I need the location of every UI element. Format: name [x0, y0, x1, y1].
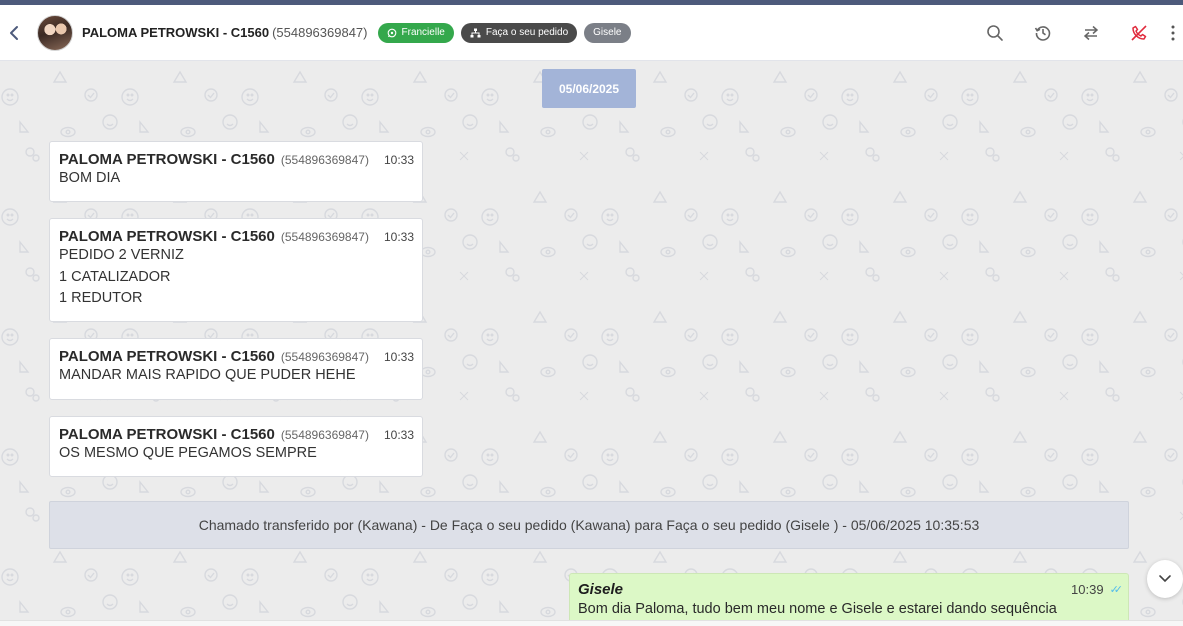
message-text: BOM DIA [59, 170, 121, 186]
history-button[interactable] [1019, 5, 1067, 61]
message-author: PALOMA PETROWSKI - C1560 [59, 151, 275, 168]
message-author: PALOMA PETROWSKI - C1560 [59, 228, 275, 245]
header-actions [971, 5, 1183, 61]
message-phone: (554896369847) [280, 428, 369, 442]
tag-user[interactable]: Gisele [584, 22, 631, 43]
scroll-to-bottom-button[interactable] [1147, 560, 1183, 598]
outgoing-time: 10:39 [1071, 582, 1104, 597]
chevron-left-icon [10, 25, 18, 40]
avatar[interactable] [37, 14, 73, 51]
system-transfer-notice: Chamado transferido por (Kawana) - De Fa… [49, 501, 1129, 549]
tag-agent-label: Francielle [401, 27, 445, 38]
read-receipt-icon: ✓✓ [1109, 584, 1124, 596]
transfer-icon [1083, 25, 1099, 41]
tag-queue-label: Faça o seu pedido [485, 27, 569, 38]
contact-phone: (554896369847) [272, 25, 368, 40]
tag-user-label: Gisele [593, 27, 622, 38]
message-time: 10:33 [383, 230, 414, 244]
contact-name: PALOMA PETROWSKI - C1560 [82, 25, 270, 40]
message-bubble[interactable]: PALOMA PETROWSKI - C1560 (554896369847) … [49, 416, 423, 477]
message-phone: (554896369847) [280, 350, 369, 364]
more-button[interactable] [1163, 5, 1183, 61]
composer-edge [0, 620, 1183, 626]
search-icon [987, 25, 1003, 41]
message-text: OS MESMO QUE PEGAMOS SEMPRE [59, 445, 317, 461]
chat-area[interactable]: 05/06/2025 PALOMA PETROWSKI - C1560 (554… [0, 62, 1183, 626]
tag-queue[interactable]: Faça o seu pedido [460, 22, 578, 43]
message-bubble[interactable]: PALOMA PETROWSKI - C1560 (554896369847) … [49, 141, 423, 202]
end-call-button[interactable] [1115, 5, 1163, 61]
system-message-text: Chamado transferido por (Kawana) - De Fa… [198, 517, 980, 533]
tag-agent[interactable]: Francielle [377, 22, 454, 43]
message-text: 1 CATALIZADOR [59, 268, 171, 285]
message-author: PALOMA PETROWSKI - C1560 [59, 348, 275, 365]
chat-header: PALOMA PETROWSKI - C1560 (554896369847) … [0, 5, 1183, 61]
message-text: PEDIDO 2 VERNIZ [59, 247, 184, 263]
message-phone: (554896369847) [280, 230, 369, 244]
end-call-icon [1131, 25, 1147, 41]
outgoing-author: Gisele [578, 581, 624, 598]
message-text: 1 REDUTOR [59, 290, 143, 306]
message-bubble[interactable]: PALOMA PETROWSKI - C1560 (554896369847) … [49, 218, 423, 322]
sitemap-icon [470, 28, 481, 37]
transfer-button[interactable] [1067, 5, 1115, 61]
message-text: MANDAR MAIS RAPIDO QUE PUDER HEHE [59, 367, 356, 383]
chevron-down-icon [1159, 575, 1171, 583]
back-button[interactable] [2, 21, 26, 45]
search-button[interactable] [971, 5, 1019, 61]
message-phone: (554896369847) [280, 153, 369, 167]
message-time: 10:33 [383, 350, 414, 364]
outgoing-message-bubble[interactable]: Gisele 10:39 ✓✓ Bom dia Paloma, tudo bem… [569, 573, 1129, 626]
message-author: PALOMA PETROWSKI - C1560 [59, 426, 275, 443]
date-separator: 05/06/2025 [542, 69, 636, 108]
history-icon [1034, 26, 1051, 41]
more-icon [1171, 25, 1175, 41]
outgoing-text: Bom dia Paloma, tudo bem meu nome e Gise… [578, 601, 1057, 617]
message-bubble[interactable]: PALOMA PETROWSKI - C1560 (554896369847) … [49, 338, 423, 400]
whatsapp-icon [387, 28, 396, 37]
message-time: 10:33 [383, 153, 414, 167]
message-time: 10:33 [383, 428, 414, 442]
